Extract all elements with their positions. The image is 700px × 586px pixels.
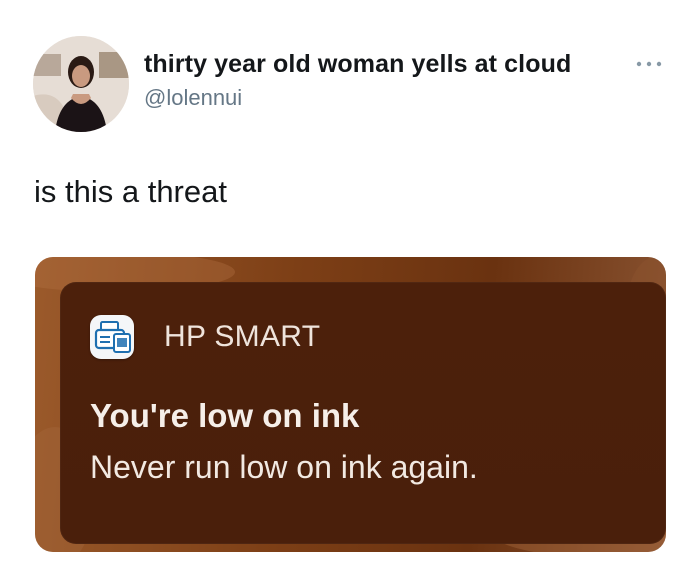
attached-image[interactable]: HP SMART You're low on ink Never run low… bbox=[35, 257, 666, 552]
user-handle[interactable]: @lolennui bbox=[144, 85, 242, 111]
avatar[interactable] bbox=[33, 36, 129, 132]
notification-banner[interactable]: HP SMART You're low on ink Never run low… bbox=[60, 282, 666, 544]
tweet-text: is this a threat bbox=[34, 174, 227, 209]
notification-body: Never run low on ink again. bbox=[90, 449, 478, 485]
tweet: thirty year old woman yells at cloud @lo… bbox=[0, 0, 700, 586]
hp-smart-printer-icon bbox=[90, 315, 134, 359]
notification-title: You're low on ink bbox=[90, 397, 360, 434]
display-name[interactable]: thirty year old woman yells at cloud bbox=[144, 50, 571, 79]
more-options-icon[interactable] bbox=[634, 58, 664, 70]
notification-app-name: HP SMART bbox=[164, 320, 321, 353]
